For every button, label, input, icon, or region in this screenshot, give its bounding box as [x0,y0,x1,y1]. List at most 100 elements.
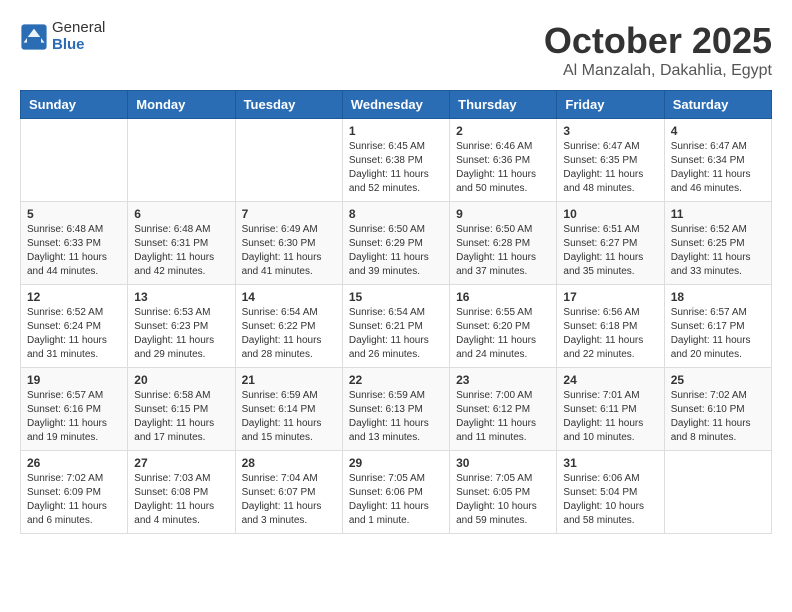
day-number: 18 [671,290,765,304]
calendar-cell: 8 Sunrise: 6:50 AM Sunset: 6:29 PM Daylig… [342,202,449,285]
week-row-3: 12 Sunrise: 6:52 AM Sunset: 6:24 PM Dayli… [21,285,772,368]
day-number: 16 [456,290,550,304]
day-number: 2 [456,124,550,138]
day-number: 28 [242,456,336,470]
day-info: Sunrise: 7:05 AM Sunset: 6:06 PM Dayligh… [349,472,443,528]
day-info: Sunrise: 6:45 AM Sunset: 6:38 PM Dayligh… [349,140,443,196]
day-number: 5 [27,207,121,221]
day-number: 6 [134,207,228,221]
calendar-cell: 3 Sunrise: 6:47 AM Sunset: 6:35 PM Daylig… [557,119,664,202]
day-number: 26 [27,456,121,470]
day-info: Sunrise: 6:50 AM Sunset: 6:28 PM Dayligh… [456,223,550,279]
day-info: Sunrise: 6:48 AM Sunset: 6:31 PM Dayligh… [134,223,228,279]
day-info: Sunrise: 6:47 AM Sunset: 6:34 PM Dayligh… [671,140,765,196]
day-number: 10 [563,207,657,221]
calendar-cell: 30 Sunrise: 7:05 AM Sunset: 6:05 PM Dayli… [450,451,557,534]
week-row-5: 26 Sunrise: 7:02 AM Sunset: 6:09 PM Dayli… [21,451,772,534]
logo-icon [20,23,48,51]
day-number: 30 [456,456,550,470]
day-info: Sunrise: 7:03 AM Sunset: 6:08 PM Dayligh… [134,472,228,528]
calendar-cell: 22Sunrise: 6:59 AM Sunset: 6:13 PM Dayli… [342,368,449,451]
logo-blue-text: Blue [52,37,105,54]
month-title: October 2025 [544,20,772,62]
day-info: Sunrise: 6:50 AM Sunset: 6:29 PM Dayligh… [349,223,443,279]
day-info: Sunrise: 6:52 AM Sunset: 6:25 PM Dayligh… [671,223,765,279]
day-number: 12 [27,290,121,304]
calendar-cell: 4 Sunrise: 6:47 AM Sunset: 6:34 PM Daylig… [664,119,771,202]
day-info: Sunrise: 6:52 AM Sunset: 6:24 PM Dayligh… [27,306,121,362]
day-info: Sunrise: 6:57 AM Sunset: 6:17 PM Dayligh… [671,306,765,362]
day-info: Sunrise: 6:54 AM Sunset: 6:22 PM Dayligh… [242,306,336,362]
calendar-cell: 24 Sunrise: 7:01 AM Sunset: 6:11 PM Dayli… [557,368,664,451]
day-number: 13 [134,290,228,304]
day-number: 20 [134,373,228,387]
calendar-cell: 12 Sunrise: 6:52 AM Sunset: 6:24 PM Dayli… [21,285,128,368]
day-info: Sunrise: 7:00 AM Sunset: 6:12 PM Dayligh… [456,389,550,445]
header: General Blue October 2025 Al Manzalah, D… [20,20,772,80]
calendar-cell: 9 Sunrise: 6:50 AM Sunset: 6:28 PM Daylig… [450,202,557,285]
calendar-cell: 2 Sunrise: 6:46 AM Sunset: 6:36 PM Daylig… [450,119,557,202]
calendar-cell: 1Sunrise: 6:45 AM Sunset: 6:38 PM Daylig… [342,119,449,202]
header-thursday: Thursday [450,91,557,119]
day-info: Sunrise: 7:01 AM Sunset: 6:11 PM Dayligh… [563,389,657,445]
day-number: 7 [242,207,336,221]
calendar-cell: 31Sunrise: 6:06 AM Sunset: 5:04 PM Dayli… [557,451,664,534]
calendar-cell: 19Sunrise: 6:57 AM Sunset: 6:16 PM Dayli… [21,368,128,451]
day-number: 9 [456,207,550,221]
day-number: 4 [671,124,765,138]
day-number: 24 [563,373,657,387]
day-number: 29 [349,456,443,470]
calendar-cell: 28 Sunrise: 7:04 AM Sunset: 6:07 PM Dayli… [235,451,342,534]
day-number: 11 [671,207,765,221]
day-number: 23 [456,373,550,387]
day-number: 22 [349,373,443,387]
day-number: 25 [671,373,765,387]
day-number: 19 [27,373,121,387]
day-info: Sunrise: 6:53 AM Sunset: 6:23 PM Dayligh… [134,306,228,362]
header-friday: Friday [557,91,664,119]
day-info: Sunrise: 6:51 AM Sunset: 6:27 PM Dayligh… [563,223,657,279]
day-info: Sunrise: 6:59 AM Sunset: 6:14 PM Dayligh… [242,389,336,445]
calendar-header-row: SundayMondayTuesdayWednesdayThursdayFrid… [21,91,772,119]
calendar-cell: 5 Sunrise: 6:48 AM Sunset: 6:33 PM Daylig… [21,202,128,285]
day-number: 8 [349,207,443,221]
day-number: 17 [563,290,657,304]
logo-general-text: General [52,20,105,37]
day-info: Sunrise: 6:47 AM Sunset: 6:35 PM Dayligh… [563,140,657,196]
calendar-cell: 10 Sunrise: 6:51 AM Sunset: 6:27 PM Dayli… [557,202,664,285]
week-row-4: 19Sunrise: 6:57 AM Sunset: 6:16 PM Dayli… [21,368,772,451]
day-number: 15 [349,290,443,304]
day-info: Sunrise: 7:04 AM Sunset: 6:07 PM Dayligh… [242,472,336,528]
day-number: 31 [563,456,657,470]
day-info: Sunrise: 7:02 AM Sunset: 6:10 PM Dayligh… [671,389,765,445]
calendar-cell: 6 Sunrise: 6:48 AM Sunset: 6:31 PM Daylig… [128,202,235,285]
header-tuesday: Tuesday [235,91,342,119]
header-saturday: Saturday [664,91,771,119]
calendar-cell: 23 Sunrise: 7:00 AM Sunset: 6:12 PM Dayli… [450,368,557,451]
week-row-1: 1Sunrise: 6:45 AM Sunset: 6:38 PM Daylig… [21,119,772,202]
day-info: Sunrise: 6:55 AM Sunset: 6:20 PM Dayligh… [456,306,550,362]
day-info: Sunrise: 7:05 AM Sunset: 6:05 PM Dayligh… [456,472,550,528]
day-number: 3 [563,124,657,138]
day-number: 14 [242,290,336,304]
day-info: Sunrise: 6:56 AM Sunset: 6:18 PM Dayligh… [563,306,657,362]
calendar-cell: 25 Sunrise: 7:02 AM Sunset: 6:10 PM Dayli… [664,368,771,451]
calendar-cell [21,119,128,202]
title-area: October 2025 Al Manzalah, Dakahlia, Egyp… [544,20,772,80]
calendar-cell: 11 Sunrise: 6:52 AM Sunset: 6:25 PM Dayli… [664,202,771,285]
header-wednesday: Wednesday [342,91,449,119]
calendar-cell [664,451,771,534]
day-number: 27 [134,456,228,470]
day-info: Sunrise: 6:48 AM Sunset: 6:33 PM Dayligh… [27,223,121,279]
calendar-cell: 17 Sunrise: 6:56 AM Sunset: 6:18 PM Dayli… [557,285,664,368]
day-info: Sunrise: 6:54 AM Sunset: 6:21 PM Dayligh… [349,306,443,362]
header-sunday: Sunday [21,91,128,119]
location-title: Al Manzalah, Dakahlia, Egypt [544,62,772,80]
header-monday: Monday [128,91,235,119]
logo: General Blue [20,20,105,53]
day-info: Sunrise: 6:46 AM Sunset: 6:36 PM Dayligh… [456,140,550,196]
day-info: Sunrise: 7:02 AM Sunset: 6:09 PM Dayligh… [27,472,121,528]
calendar-cell: 27 Sunrise: 7:03 AM Sunset: 6:08 PM Dayli… [128,451,235,534]
calendar-cell [235,119,342,202]
calendar-cell: 16 Sunrise: 6:55 AM Sunset: 6:20 PM Dayli… [450,285,557,368]
